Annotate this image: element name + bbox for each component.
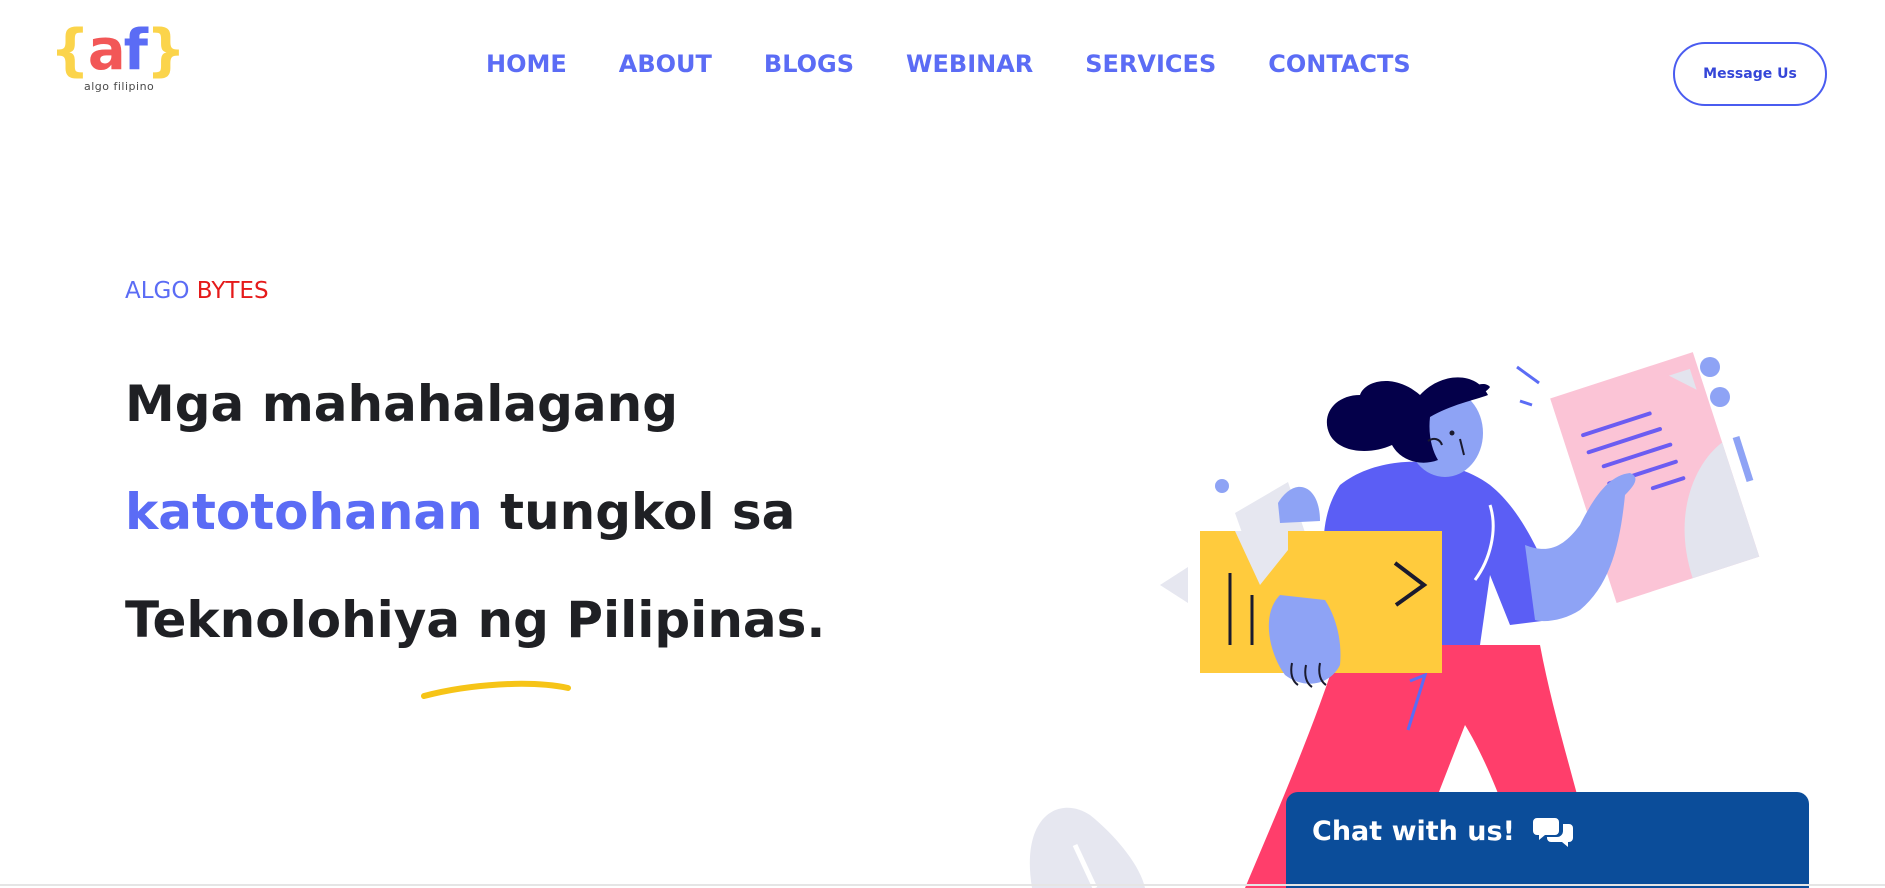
message-us-button[interactable]: Message Us [1673,42,1827,106]
nav-contacts[interactable]: CONTACTS [1268,46,1410,82]
hero-tag-bytes: BYTES [196,278,269,304]
logo-subtitle: algo filipino [84,80,155,93]
chat-label: Chat with us! [1312,815,1515,847]
nav-blogs[interactable]: BLOGS [764,46,854,82]
hero-title-line-2-rest: tungkol sa [482,483,796,541]
site-logo[interactable]: {af} algo filipino [50,18,186,98]
hero-title-line-1: Mga mahahalagang [125,375,679,433]
chat-bubbles-icon [1532,818,1573,847]
hero-title-line-3: Teknolohiya ng Pilipinas. [125,591,826,649]
main-nav: HOME ABOUT BLOGS WEBINAR SERVICES CONTAC… [486,46,1411,82]
site-header: {af} algo filipino HOME ABOUT BLOGS WEBI… [0,0,1885,130]
logo-brace-open: { [50,18,90,83]
logo-brace-close: } [146,18,186,83]
nav-services[interactable]: SERVICES [1085,46,1216,82]
hero-underline-decoration [421,680,571,699]
logo-letter-a: a [87,18,126,83]
hero-title-highlight: katotohanan [125,483,483,541]
chat-widget[interactable]: Chat with us! [1286,792,1809,888]
nav-about[interactable]: ABOUT [619,46,712,82]
hero-title: Mga mahahalagang katotohanan tungkol sa … [125,350,825,674]
triangle-decoration [1160,567,1188,603]
nav-home[interactable]: HOME [486,46,567,82]
dot-decoration [1215,479,1229,493]
logo-mark: {af} [50,18,186,84]
logo-letter-f: f [123,18,148,83]
hero-tag: ALGO BYTES [125,278,269,304]
hero-tag-algo: ALGO [125,278,190,304]
nav-webinar[interactable]: WEBINAR [906,46,1033,82]
hero-title-line-2: katotohanan tungkol sa [125,458,825,566]
page-bottom-divider [0,884,1885,886]
